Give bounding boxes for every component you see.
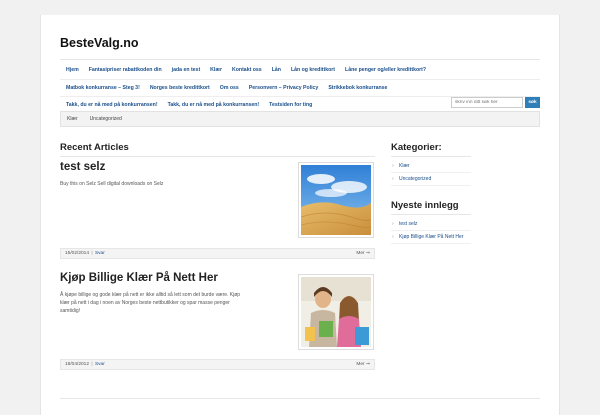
recent-posts-widget-title: Nyeste innlegg <box>391 200 459 211</box>
reply-link[interactable]: Svar <box>95 251 105 256</box>
catbar-item-uncategorized[interactable]: Uncategorized <box>90 116 122 122</box>
article-title[interactable]: Kjøp Billige Klær På Nett Her <box>60 272 218 284</box>
nav-item-lane-penger[interactable]: Låne penger og/eller kredittkort? <box>345 67 426 73</box>
nav-item-testsiden[interactable]: Testsiden for ting <box>269 102 312 108</box>
divider <box>391 214 471 215</box>
nav-item-hjem[interactable]: Hjem <box>66 67 79 73</box>
nav-item-jada[interactable]: jada en test <box>172 67 201 73</box>
article-thumbnail[interactable] <box>298 162 374 238</box>
arrow-right-icon: ⇒ <box>365 362 370 367</box>
article-excerpt: Buy this on Selz Sell digital downloads … <box>60 181 164 187</box>
nav-item-takk-1[interactable]: Takk, du er nå med på konkurransen! <box>66 102 158 108</box>
category-item[interactable]: › Klær <box>391 160 471 173</box>
nav-item-lan[interactable]: Lån <box>272 67 281 73</box>
arrow-icon: › <box>392 176 394 182</box>
article-meta: 15/02/2014 | Svar Mer ⇒ <box>60 248 375 259</box>
category-bar: Klær Uncategorized <box>60 111 540 127</box>
arrow-icon: › <box>392 234 394 240</box>
nav-item-takk-2[interactable]: Takk, du er nå med på konkurransen! <box>168 102 260 108</box>
nav-row-1: Hjem Fantasipriser rabattkoden din jada … <box>60 62 436 78</box>
more-link[interactable]: Mer ⇒ <box>356 362 370 367</box>
search-button[interactable]: søk <box>525 97 540 108</box>
nav-item-fantasipriser[interactable]: Fantasipriser rabattkoden din <box>89 67 162 73</box>
desert-image <box>300 165 373 235</box>
search-input[interactable] <box>451 97 523 108</box>
arrow-icon: › <box>392 163 394 169</box>
article-meta: 18/04/2012 | Svar Mer ⇒ <box>60 359 375 370</box>
search-form: søk <box>451 97 540 108</box>
nav-item-norges-beste[interactable]: Norges beste kredittkort <box>150 85 210 91</box>
more-link[interactable]: Mer ⇒ <box>356 251 370 256</box>
nav-item-klaer[interactable]: Klær <box>210 67 222 73</box>
arrow-right-icon: ⇒ <box>365 251 370 256</box>
arrow-icon: › <box>392 221 394 227</box>
recent-articles-title: Recent Articles <box>60 142 129 153</box>
recent-post-item[interactable]: › Kjøp Billige Klær På Nett Her <box>391 231 471 244</box>
divider <box>391 156 471 157</box>
footer-divider <box>60 398 540 399</box>
categories-list: › Klær › Uncategorized <box>391 160 471 186</box>
recent-posts-list: › test selz › Kjøp Billige Klær På Nett He… <box>391 218 471 244</box>
article-date: 15/02/2014 <box>65 251 90 256</box>
article-excerpt: Å kjøpe billige og gode klær på nett er … <box>60 292 241 314</box>
reply-link[interactable]: Svar <box>95 362 105 367</box>
nav-item-strikkebok[interactable]: Strikkebok konkurranse <box>328 85 387 91</box>
nav-item-matbok[interactable]: Matbok konkurranse – Steg 3! <box>66 85 140 91</box>
nav-item-kontakt[interactable]: Kontakt oss <box>232 67 262 73</box>
article-thumbnail[interactable] <box>298 274 374 350</box>
main-navigation: Hjem Fantasipriser rabattkoden din jada … <box>60 59 540 111</box>
nav-row-2: Matbok konkurranse – Steg 3! Norges best… <box>60 79 540 95</box>
article-date: 18/04/2012 <box>65 362 90 367</box>
site-title[interactable]: BesteValg.no <box>60 36 139 50</box>
nav-item-personvern[interactable]: Personvern – Privacy Policy <box>249 85 319 91</box>
category-item[interactable]: › Uncategorized <box>391 173 471 186</box>
article-title[interactable]: test selz <box>60 161 105 173</box>
catbar-item-klaer[interactable]: Klær <box>67 116 78 122</box>
page-container: BesteValg.no Hjem Fantasipriser rabattko… <box>40 15 560 415</box>
recent-post-item[interactable]: › test selz <box>391 218 471 231</box>
categories-widget-title: Kategorier: <box>391 142 442 153</box>
shopping-image <box>301 277 371 347</box>
nav-item-lan-kredittkort[interactable]: Lån og kredittkort <box>291 67 335 73</box>
divider <box>60 156 375 157</box>
nav-item-om-oss[interactable]: Om oss <box>220 85 239 91</box>
